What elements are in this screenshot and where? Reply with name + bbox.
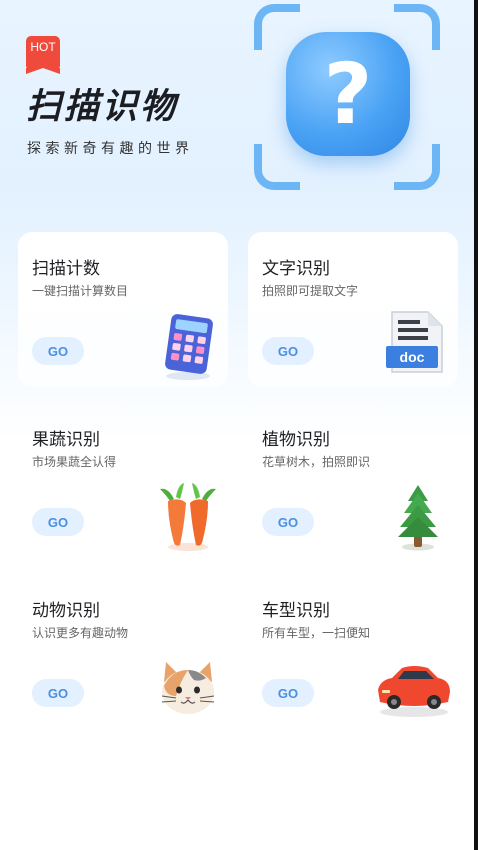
card-animal-recognition[interactable]: 动物识别 认识更多有趣动物 GO (18, 574, 228, 729)
card-description: 花草树木，拍照即识 (262, 455, 371, 469)
card-plant-recognition[interactable]: 植物识别 花草树木，拍照即识 GO (248, 403, 458, 558)
car-icon (378, 666, 450, 717)
doc-label: doc (400, 349, 425, 365)
card-description: 拍照即可提取文字 (262, 284, 359, 298)
card-description: 所有车型，一扫便知 (262, 626, 371, 640)
card-scan-count[interactable]: 扫描计数 一键扫描计算数目 GO (18, 232, 228, 387)
card-title: 文字识别 (262, 259, 330, 279)
scan-corner-bottom-right (394, 144, 440, 190)
screen-edge (474, 0, 478, 850)
scan-corner-top-right (394, 4, 440, 50)
card-title: 动物识别 (32, 601, 100, 621)
go-button[interactable]: GO (32, 508, 84, 536)
card-car-recognition[interactable]: 车型识别 所有车型，一扫便知 GO (248, 574, 458, 729)
document-icon: doc (386, 311, 443, 373)
card-description: 一键扫描计算数目 (32, 284, 129, 298)
page-subtitle: 探索新奇有趣的世界 (27, 141, 194, 157)
card-produce-recognition[interactable]: 果蔬识别 市场果蔬全认得 GO (18, 403, 228, 558)
page-title: 扫描识物 (26, 87, 179, 127)
card-description: 认识更多有趣动物 (32, 626, 129, 640)
calculator-icon (165, 314, 213, 380)
cat-icon (161, 662, 215, 714)
hot-badge: HOT (26, 36, 60, 74)
go-button[interactable]: GO (262, 337, 314, 365)
go-button[interactable]: GO (32, 337, 84, 365)
go-button[interactable]: GO (262, 508, 314, 536)
card-title: 扫描计数 (32, 259, 100, 279)
scan-corner-top-left (254, 4, 300, 50)
carrot-icon (160, 483, 216, 551)
card-description: 市场果蔬全认得 (32, 455, 117, 469)
card-title: 植物识别 (262, 430, 330, 450)
go-button[interactable]: GO (32, 679, 84, 707)
card-text-recognition[interactable]: 文字识别 拍照即可提取文字 GO doc (248, 232, 458, 387)
scan-corner-bottom-left (254, 144, 300, 190)
card-title: 车型识别 (262, 601, 330, 621)
question-mark-icon: ? (286, 32, 410, 156)
scan-question-illustration: ? (254, 4, 440, 190)
question-mark-symbol: ? (323, 45, 373, 143)
card-title: 果蔬识别 (32, 430, 100, 450)
go-button[interactable]: GO (262, 679, 314, 707)
tree-icon (398, 485, 438, 551)
